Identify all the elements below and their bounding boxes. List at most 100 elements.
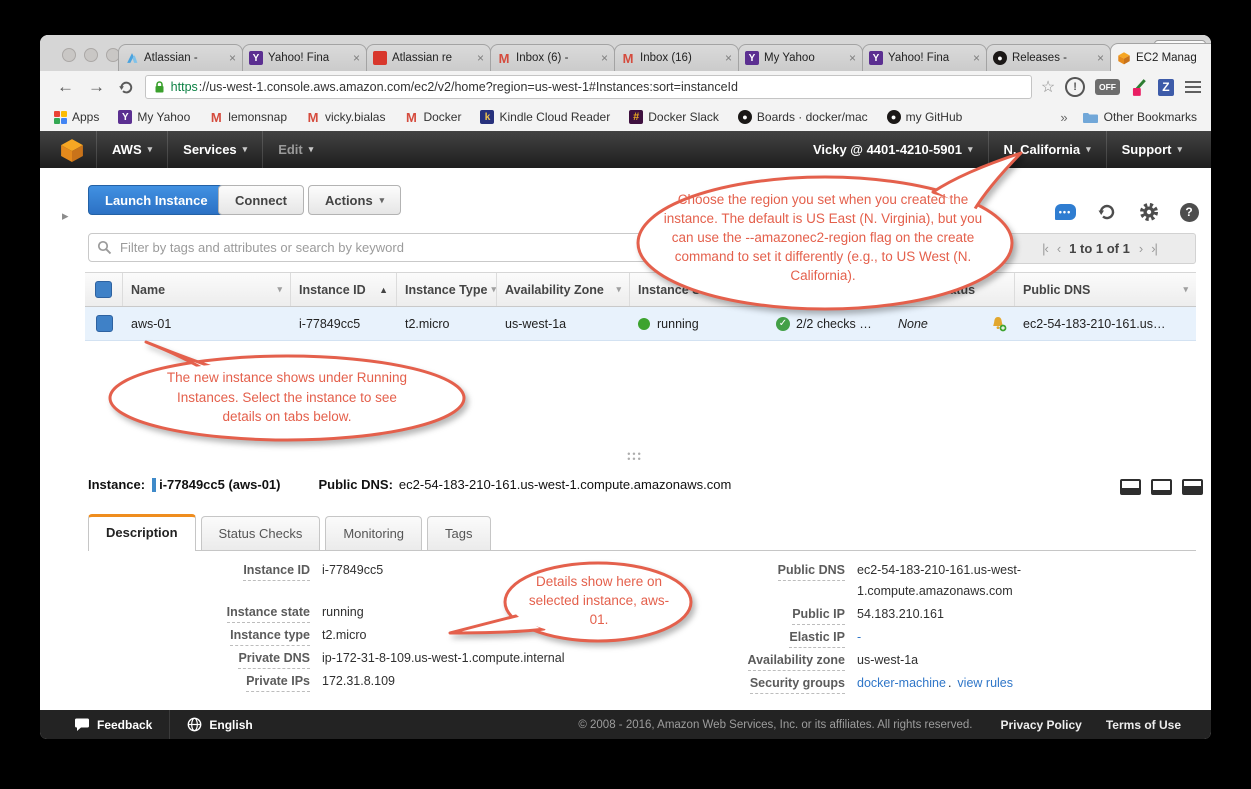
close-icon[interactable]: × [973, 51, 980, 65]
off-extension-icon[interactable]: OFF [1095, 79, 1120, 95]
tab-inbox-16[interactable]: M Inbox (16) × [614, 44, 739, 71]
page-first-icon[interactable]: |‹ [1042, 241, 1048, 256]
url-bar[interactable]: https ://us-west-1.console.aws.amazon.co… [145, 75, 1032, 99]
z-extension-icon[interactable]: Z [1158, 79, 1175, 96]
refresh-button[interactable] [1096, 201, 1118, 223]
sidebar-collapse-icon[interactable]: ▸ [62, 208, 69, 224]
chevron-down-icon: ▾ [1086, 144, 1091, 155]
page-prev-icon[interactable]: ‹ [1057, 241, 1060, 256]
info-extension-icon[interactable]: ! [1065, 77, 1085, 97]
checkbox-icon [95, 281, 112, 298]
window-close-button[interactable] [62, 48, 76, 62]
tab-my-yahoo[interactable]: Y My Yahoo × [738, 44, 863, 71]
public-dns-label: Public DNS: [319, 477, 393, 492]
handle-dots: ••• [600, 457, 670, 462]
globe-icon [187, 717, 202, 732]
reload-icon[interactable] [118, 79, 135, 96]
tab-ec2-management[interactable]: EC2 Manag × [1110, 43, 1211, 71]
col-availability-zone[interactable]: Availability Zone ▾ [497, 273, 630, 306]
other-bookmarks[interactable]: Other Bookmarks [1104, 110, 1197, 124]
close-icon[interactable]: × [229, 51, 236, 65]
help-button[interactable]: ? [1178, 201, 1200, 223]
view-rules-link[interactable]: view rules [957, 673, 1013, 694]
settings-button[interactable] [1138, 201, 1160, 223]
col-instance-id[interactable]: Instance ID ▲ [291, 273, 397, 306]
col-public-dns[interactable]: Public DNS ▾ [1015, 273, 1196, 306]
tab-yahoo-finance-2[interactable]: Y Yahoo! Fina × [862, 44, 987, 71]
bookmark-kindle[interactable]: k Kindle Cloud Reader [480, 110, 610, 124]
nav-aws-menu[interactable]: AWS ▾ [96, 131, 167, 168]
language-button[interactable]: English [187, 717, 252, 732]
detail-row: Availability zone us-west-1a [695, 650, 1175, 671]
bookmark-my-github[interactable]: ● my GitHub [887, 110, 963, 124]
nav-edit-menu[interactable]: Edit ▾ [262, 131, 328, 168]
bookmark-lemonsnap[interactable]: M lemonsnap [209, 110, 287, 124]
state-label: running [657, 317, 699, 331]
detail-label: Security groups [750, 675, 845, 694]
aws-logo-icon[interactable] [60, 138, 84, 162]
back-icon[interactable]: ← [57, 77, 74, 97]
close-icon[interactable]: × [1097, 51, 1104, 65]
privacy-policy-link[interactable]: Privacy Policy [1000, 718, 1081, 732]
cell-name: aws-01 [123, 317, 291, 331]
pane-resize-handle[interactable]: ••• ••• [600, 452, 670, 462]
close-icon[interactable]: × [601, 51, 608, 65]
actions-label: Actions [325, 193, 373, 208]
eyedropper-extension-icon[interactable] [1130, 78, 1148, 96]
split-pane-icon[interactable] [1120, 479, 1141, 495]
actions-button[interactable]: Actions ▾ [308, 185, 401, 215]
bookmark-apps[interactable]: Apps [54, 110, 99, 124]
col-name[interactable]: Name ▾ [123, 273, 291, 306]
bookmark-vicky-bialas[interactable]: M vicky.bialas [306, 110, 385, 124]
running-dot-icon [638, 318, 650, 330]
close-icon[interactable]: × [353, 51, 360, 65]
bookmark-label: my GitHub [906, 110, 963, 124]
bookmark-my-yahoo[interactable]: Y My Yahoo [118, 110, 190, 124]
cell-instance-type: t2.micro [397, 317, 497, 331]
tab-releases[interactable]: ● Releases - × [986, 44, 1111, 71]
tab-atlassian-2[interactable]: Atlassian re × [366, 44, 491, 71]
bookmark-star-icon[interactable]: ☆ [1041, 77, 1055, 97]
bookmark-docker-slack[interactable]: # Docker Slack [629, 110, 719, 124]
connect-button[interactable]: Connect [218, 185, 304, 215]
bookmark-label: lemonsnap [228, 110, 287, 124]
tab-inbox-6[interactable]: M Inbox (6) - × [490, 44, 615, 71]
close-icon[interactable]: × [849, 51, 856, 65]
chrome-menu-icon[interactable] [1185, 78, 1201, 96]
col-instance-type[interactable]: Instance Type ▾ [397, 273, 497, 306]
tab-yahoo-finance[interactable]: Y Yahoo! Fina × [242, 44, 367, 71]
notifications-button[interactable]: ••• [1054, 201, 1076, 223]
tab-monitoring[interactable]: Monitoring [325, 516, 422, 550]
select-all-checkbox[interactable] [85, 273, 123, 306]
chevron-down-icon: ▾ [243, 144, 248, 155]
tab-label: My Yahoo [764, 52, 846, 64]
tab-tags[interactable]: Tags [427, 516, 490, 550]
terms-of-use-link[interactable]: Terms of Use [1106, 718, 1181, 732]
bookmark-label: Kindle Cloud Reader [499, 110, 610, 124]
window-minimize-button[interactable] [84, 48, 98, 62]
yahoo-icon: Y [249, 51, 263, 65]
bookmark-docker[interactable]: M Docker [404, 110, 461, 124]
tab-status-checks[interactable]: Status Checks [201, 516, 321, 550]
tab-atlassian[interactable]: Atlassian - × [118, 44, 243, 71]
nav-support-menu[interactable]: Support ▾ [1106, 131, 1197, 168]
bookmark-boards[interactable]: ● Boards · docker/mac [738, 110, 868, 124]
forward-icon[interactable]: → [88, 77, 105, 97]
page-last-icon[interactable]: ›| [1151, 241, 1157, 256]
chevron-down-icon: ▾ [309, 144, 314, 155]
security-group-link[interactable]: docker-machine [857, 673, 946, 694]
detail-label: Instance type [230, 627, 310, 646]
launch-instance-button[interactable]: Launch Instance [88, 185, 225, 215]
nav-services-menu[interactable]: Services ▾ [167, 131, 262, 168]
tab-description[interactable]: Description [88, 514, 196, 551]
page-next-icon[interactable]: › [1139, 241, 1142, 256]
bookmarks-overflow-icon[interactable]: » [1060, 110, 1067, 125]
close-icon[interactable]: × [725, 51, 732, 65]
col-label: Name [131, 283, 165, 297]
full-pane-icon[interactable] [1182, 479, 1203, 495]
close-icon[interactable]: × [477, 51, 484, 65]
bookmarks-bar: Apps Y My Yahoo M lemonsnap M vicky.bial… [40, 103, 1211, 131]
feedback-button[interactable]: Feedback [74, 718, 152, 732]
split-pane-small-icon[interactable] [1151, 479, 1172, 495]
col-label: Instance Type [405, 283, 487, 297]
